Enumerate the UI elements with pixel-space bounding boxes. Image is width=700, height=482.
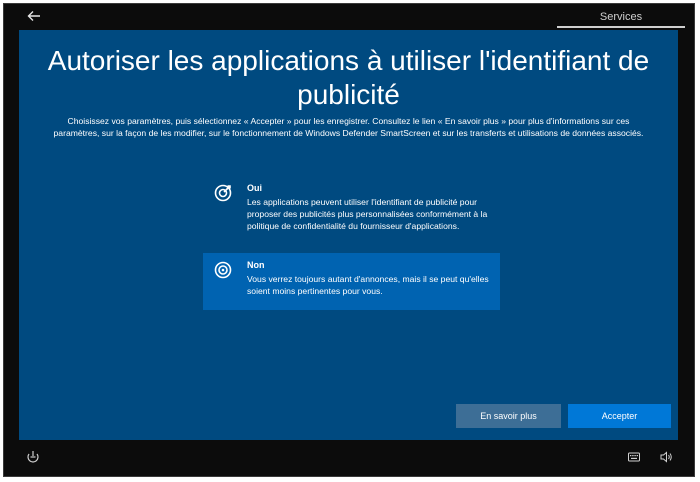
arrow-left-icon: [27, 11, 40, 21]
tab-services[interactable]: Services: [557, 7, 685, 27]
page-description: Choisissez vos paramètres, puis sélectio…: [53, 116, 644, 138]
volume-icon[interactable]: [659, 450, 673, 464]
tab-underline: [557, 26, 685, 28]
option-no[interactable]: Non Vous verrez toujours autant d'annonc…: [203, 253, 500, 310]
keyboard-icon[interactable]: [628, 452, 640, 462]
main-panel: Autoriser les applications à utiliser l'…: [19, 30, 678, 440]
option-yes-title: Oui: [247, 183, 262, 193]
option-no-description: Vous verrez toujours autant d'annonces, …: [247, 274, 489, 296]
option-yes[interactable]: Oui Les applications peuvent utiliser l'…: [203, 176, 500, 246]
back-button[interactable]: [22, 6, 46, 26]
option-no-title: Non: [247, 260, 265, 270]
top-bar: Services: [4, 4, 694, 30]
oobe-window: Services Autoriser les applications à ut…: [3, 3, 695, 477]
ease-of-access-icon[interactable]: [26, 450, 40, 464]
target-icon: [214, 261, 232, 279]
learn-more-button[interactable]: En savoir plus: [456, 404, 561, 428]
option-yes-description: Les applications peuvent utiliser l'iden…: [247, 197, 488, 231]
target-check-icon: [214, 184, 232, 202]
page-title: Autoriser les applications à utiliser l'…: [47, 45, 650, 110]
accept-button[interactable]: Accepter: [568, 404, 671, 428]
